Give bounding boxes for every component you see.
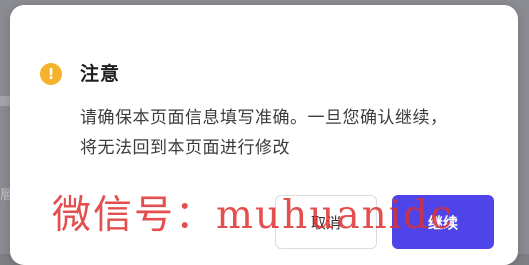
confirm-dialog: ! 注意 请确保本页面信息填写准确。一旦您确认继续，将无法回到本页面进行修改 取… xyxy=(10,5,518,265)
background-partial-text: 層 xyxy=(0,188,10,203)
warning-icon: ! xyxy=(40,63,62,85)
dialog-message: 请确保本页面信息填写准确。一旦您确认继续，将无法回到本页面进行修改 xyxy=(80,108,448,158)
cancel-button[interactable]: 取消 xyxy=(275,195,377,249)
continue-button[interactable]: 继续 xyxy=(392,195,494,249)
dialog-title: 注意 xyxy=(80,63,121,85)
